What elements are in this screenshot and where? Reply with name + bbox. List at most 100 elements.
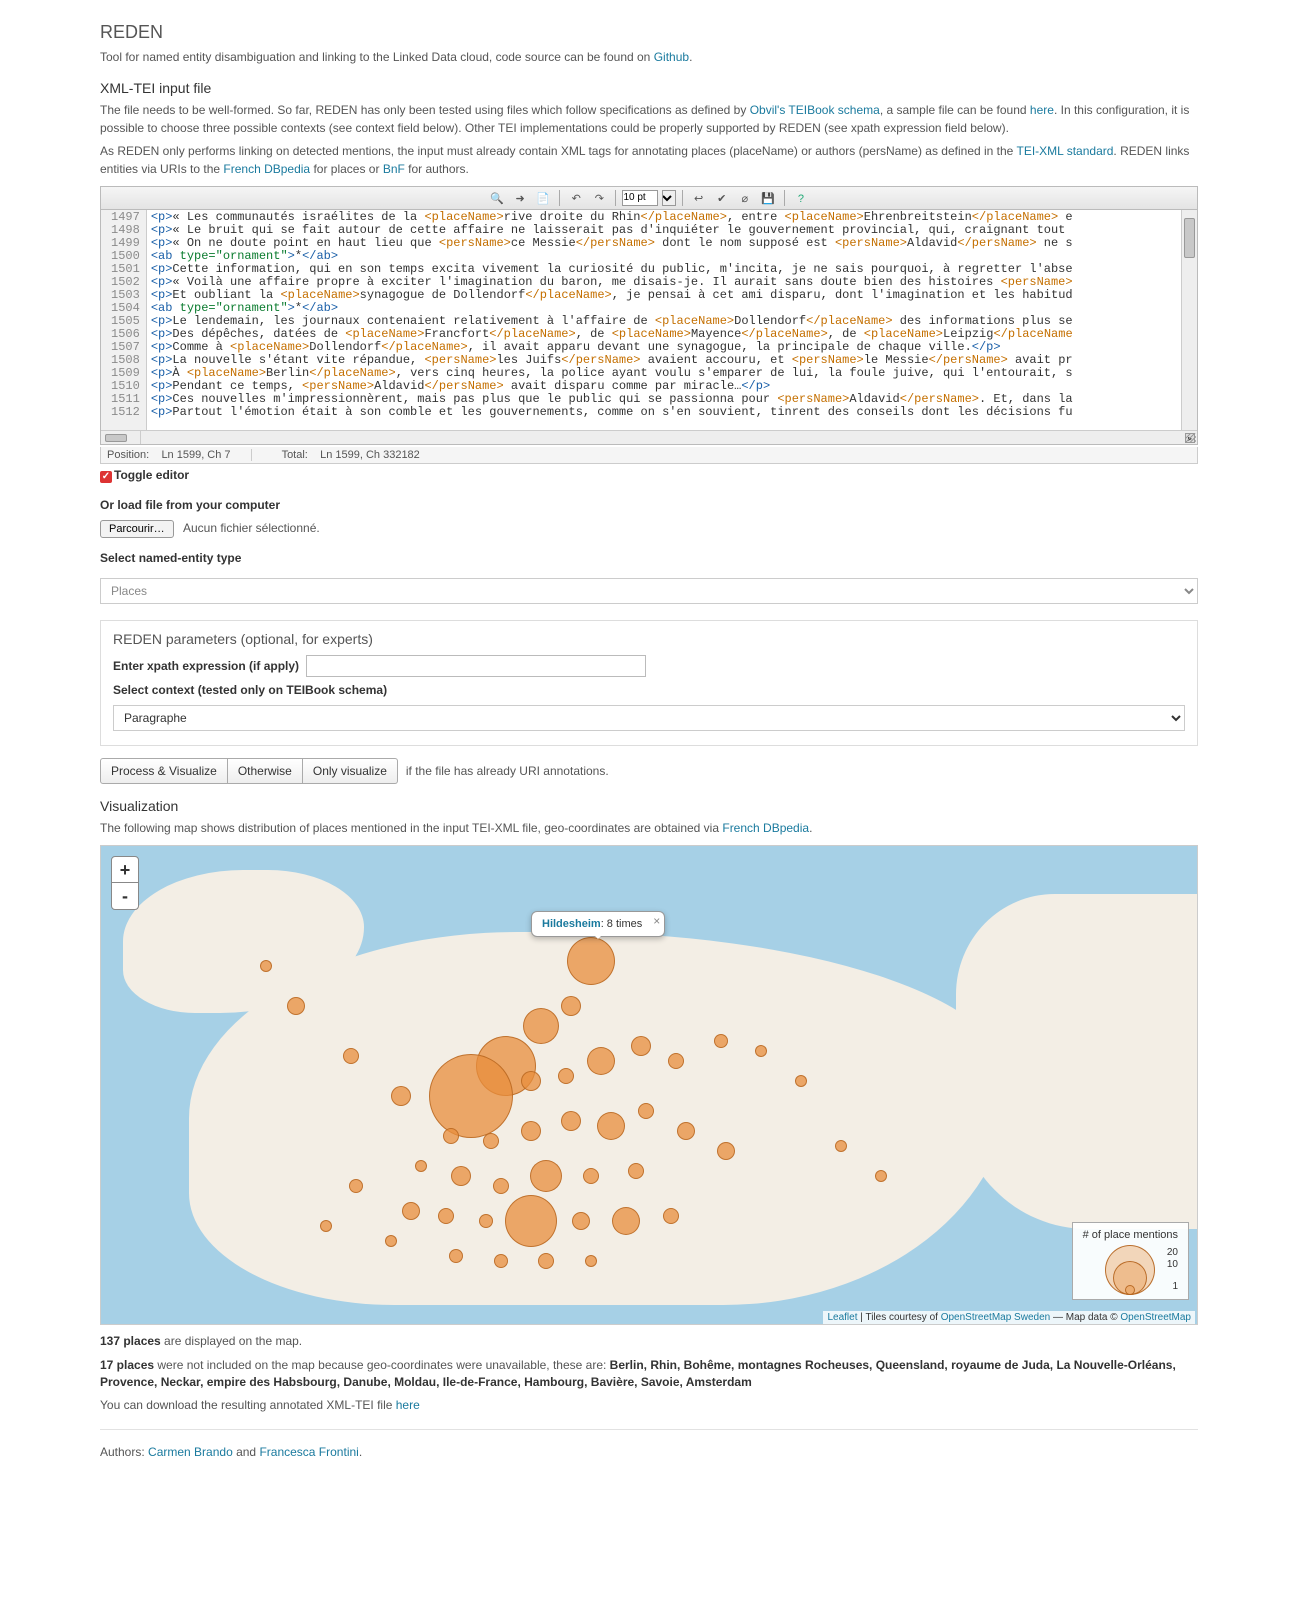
file-status: Aucun fichier sélectionné.	[183, 521, 320, 535]
highlight-icon[interactable]: ✔	[713, 189, 731, 207]
dbpedia-link[interactable]: French DBpedia	[223, 162, 310, 176]
map-marker[interactable]	[628, 1163, 644, 1179]
result-missing: 17 places were not included on the map b…	[100, 1357, 1198, 1392]
map-marker[interactable]	[717, 1142, 735, 1160]
code-editor[interactable]: 🔍 ➜ 📄 ↶ ↷ ↩ ✔ ⌀ 💾 ? 14971498149915001501…	[100, 186, 1198, 445]
vertical-scrollbar[interactable]	[1181, 210, 1197, 430]
browse-button[interactable]: Parcourir…	[100, 520, 174, 538]
map-marker[interactable]	[668, 1053, 684, 1069]
map-marker[interactable]	[521, 1121, 541, 1141]
button-note: if the file has already URI annotations.	[406, 764, 609, 778]
process-button[interactable]: Process & Visualize	[100, 758, 228, 784]
github-link[interactable]: Github	[654, 50, 689, 64]
horizontal-scrollbar[interactable]: ▸	[101, 430, 1197, 444]
map-marker[interactable]	[521, 1071, 541, 1091]
map-marker[interactable]	[572, 1212, 590, 1230]
map-marker[interactable]	[391, 1086, 411, 1106]
zoom-out-button[interactable]: -	[112, 883, 138, 909]
map-marker[interactable]	[663, 1208, 679, 1224]
undo-icon[interactable]: ↶	[567, 189, 585, 207]
popup-close-icon[interactable]: ×	[653, 914, 660, 928]
resize-handle[interactable]	[1186, 433, 1196, 443]
map-legend: # of place mentions 20 10 1	[1072, 1222, 1189, 1300]
sample-link[interactable]: here	[1030, 103, 1054, 117]
save-icon[interactable]: 💾	[759, 189, 777, 207]
line-gutter: 1497149814991500150115021503150415051506…	[101, 210, 147, 430]
goto-icon[interactable]: ➜	[511, 189, 529, 207]
map-marker[interactable]	[505, 1195, 557, 1247]
map-marker[interactable]	[483, 1133, 499, 1149]
map-marker[interactable]	[587, 1047, 615, 1075]
load-file-heading: Or load file from your computer	[100, 497, 1198, 514]
editor-toolbar: 🔍 ➜ 📄 ↶ ↷ ↩ ✔ ⌀ 💾 ?	[101, 187, 1197, 210]
font-size-select[interactable]	[662, 190, 676, 206]
map-marker[interactable]	[677, 1122, 695, 1140]
map-attribution: Leaflet | Tiles courtesy of OpenStreetMa…	[823, 1311, 1195, 1324]
wrap-icon[interactable]: ↩	[690, 189, 708, 207]
map-marker[interactable]	[343, 1048, 359, 1064]
replace-icon[interactable]: 📄	[534, 189, 552, 207]
viz-dbpedia-link[interactable]: French DBpedia	[722, 821, 809, 835]
map-marker[interactable]	[567, 937, 615, 985]
bnf-link[interactable]: BnF	[383, 162, 405, 176]
map-marker[interactable]	[583, 1168, 599, 1184]
map-marker[interactable]	[438, 1208, 454, 1224]
viz-heading: Visualization	[100, 798, 1198, 814]
search-icon[interactable]: 🔍	[488, 189, 506, 207]
authors: Authors: Carmen Brando and Francesca Fro…	[100, 1444, 1198, 1461]
clear-icon[interactable]: ⌀	[736, 189, 754, 207]
context-label: Select context (tested only on TEIBook s…	[113, 683, 1185, 697]
context-select[interactable]: Paragraphe	[113, 705, 1185, 731]
xml-heading: XML-TEI input file	[100, 80, 1198, 96]
xml-p2: As REDEN only performs linking on detect…	[100, 143, 1198, 178]
result-count: 137 places are displayed on the map.	[100, 1333, 1198, 1350]
redo-icon[interactable]: ↷	[590, 189, 608, 207]
map-marker[interactable]	[443, 1128, 459, 1144]
map-marker[interactable]	[638, 1103, 654, 1119]
download-link[interactable]: here	[396, 1398, 420, 1412]
page-title: REDEN	[100, 22, 1198, 43]
xpath-input[interactable]	[306, 655, 646, 677]
result-download: You can download the resulting annotated…	[100, 1397, 1198, 1414]
map-marker[interactable]	[561, 996, 581, 1016]
map-popup: × Hildesheim: 8 times	[531, 911, 665, 937]
leaflet-link[interactable]: Leaflet	[827, 1312, 857, 1323]
map-marker[interactable]	[631, 1036, 651, 1056]
map-marker[interactable]	[530, 1160, 562, 1192]
entity-type-select[interactable]: Places	[100, 578, 1198, 604]
zoom-control: + -	[111, 856, 139, 910]
map-marker[interactable]	[538, 1253, 554, 1269]
map-marker[interactable]	[429, 1054, 513, 1138]
map-marker[interactable]	[287, 997, 305, 1015]
teibook-link[interactable]: Obvil's TEIBook schema	[750, 103, 880, 117]
entity-type-heading: Select named-entity type	[100, 550, 1198, 567]
xpath-label: Enter xpath expression (if apply)	[113, 659, 299, 673]
author2-link[interactable]: Francesca Frontini	[259, 1445, 358, 1459]
popup-place-link[interactable]: Hildesheim	[542, 918, 601, 930]
params-box: REDEN parameters (optional, for experts)…	[100, 620, 1198, 746]
map-marker[interactable]	[561, 1111, 581, 1131]
map-marker[interactable]	[612, 1207, 640, 1235]
tei-standard-link[interactable]: TEI-XML standard	[1016, 144, 1113, 158]
map-marker[interactable]	[558, 1068, 574, 1084]
osm-sweden-link[interactable]: OpenStreetMap Sweden	[941, 1312, 1051, 1323]
map-marker[interactable]	[451, 1166, 471, 1186]
only-visualize-button[interactable]: Only visualize	[303, 758, 398, 784]
map-marker[interactable]	[402, 1202, 420, 1220]
help-icon[interactable]: ?	[792, 189, 810, 207]
map-marker[interactable]	[597, 1112, 625, 1140]
map-marker[interactable]	[493, 1178, 509, 1194]
viz-intro: The following map shows distribution of …	[100, 820, 1198, 837]
font-size-input[interactable]	[622, 190, 658, 206]
code-area[interactable]: <p>« Les communautés israélites de la <p…	[147, 210, 1181, 430]
map-marker[interactable]	[523, 1008, 559, 1044]
editor-status: Position: Ln 1599, Ch 7 Total: Ln 1599, …	[100, 447, 1198, 464]
params-heading: REDEN parameters (optional, for experts)	[113, 631, 1185, 647]
osm-link[interactable]: OpenStreetMap	[1120, 1312, 1191, 1323]
map[interactable]: + - × Hildesheim: 8 times # of place men…	[100, 845, 1198, 1325]
zoom-in-button[interactable]: +	[112, 857, 138, 883]
toggle-editor[interactable]: ✓Toggle editor	[100, 468, 1198, 483]
otherwise-button[interactable]: Otherwise	[228, 758, 303, 784]
author1-link[interactable]: Carmen Brando	[148, 1445, 233, 1459]
xml-p1: The file needs to be well-formed. So far…	[100, 102, 1198, 137]
